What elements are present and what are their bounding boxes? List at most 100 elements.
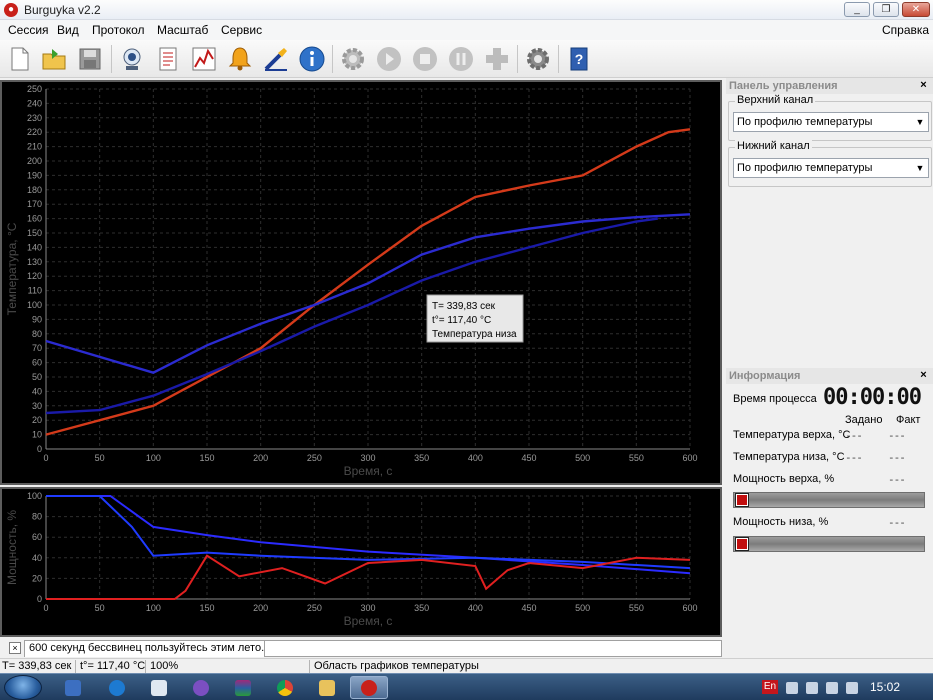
- column-set-header: Задано: [845, 414, 883, 426]
- file-tab[interactable]: 600 секунд бессвинец пользуйтесь этим ле…: [24, 640, 287, 657]
- chart-icon[interactable]: [188, 43, 220, 75]
- clock[interactable]: 15:02: [870, 680, 900, 694]
- help-book-icon[interactable]: ?: [563, 43, 595, 75]
- thermocouple-icon[interactable]: [260, 43, 292, 75]
- y-tick-label: 10: [32, 430, 42, 440]
- y-tick-label: 200: [27, 156, 42, 166]
- x-tick-label: 400: [468, 603, 483, 613]
- file-tab-close-button[interactable]: ×: [9, 642, 21, 654]
- temp-bottom-set-display: ---: [845, 451, 863, 464]
- power-top-bar: [733, 492, 925, 508]
- lower-channel-group: Нижний канал По профилю температуры ▼: [728, 140, 932, 187]
- lower-channel-select[interactable]: По профилю температуры ▼: [733, 158, 929, 178]
- y-tick-label: 150: [27, 228, 42, 238]
- info-panel-header: Информация ×: [726, 368, 933, 384]
- lower-channel-label: Нижний канал: [735, 140, 812, 152]
- save-icon[interactable]: [74, 43, 106, 75]
- start-button[interactable]: [4, 675, 42, 700]
- menu-scale[interactable]: Масштаб: [157, 23, 208, 37]
- menu-help[interactable]: Справка: [882, 23, 929, 37]
- save-icon[interactable]: [54, 676, 92, 699]
- y-tick-label: 40: [32, 386, 42, 396]
- winrar-icon[interactable]: [224, 676, 262, 699]
- viber-icon[interactable]: [182, 676, 220, 699]
- x-tick-label: 500: [575, 603, 590, 613]
- y-tick-label: 0: [37, 444, 42, 454]
- x-tick-label: 200: [253, 603, 268, 613]
- temp-top-label: Температура верха, °С: [733, 429, 851, 441]
- volume-icon[interactable]: [826, 682, 838, 694]
- new-file-icon[interactable]: [4, 43, 36, 75]
- minimize-button[interactable]: _: [844, 2, 870, 17]
- x-tick-label: 0: [43, 603, 48, 613]
- chevron-down-icon[interactable]: ▼: [912, 159, 928, 177]
- app-logo-icon[interactable]: ●: [4, 3, 18, 17]
- temperature-chart[interactable]: 0 50 100 150 200 250 300 350 400 450 500 550 600 0 10 2…: [0, 80, 722, 485]
- tray-app-icon[interactable]: [786, 682, 798, 694]
- open-folder-icon[interactable]: [38, 43, 70, 75]
- info-panel-close-button[interactable]: ×: [917, 369, 930, 382]
- upper-channel-select[interactable]: По профилю температуры ▼: [733, 112, 929, 132]
- y-tick-label: 20: [32, 415, 42, 425]
- power-chart[interactable]: 0 50 100 150 200 250 300 350 400 450 500 550 600 0 20 4…: [0, 487, 722, 637]
- app-window: ● Burguyka v2.2 _ ❐ ✕ Сессия Вид Протоко…: [0, 0, 933, 700]
- y-tick-label: 70: [32, 343, 42, 353]
- power-top-display: ---: [888, 473, 906, 486]
- status-temperature: t°= 117,40 °С: [80, 660, 146, 673]
- menu-service[interactable]: Сервис: [221, 23, 262, 37]
- control-panel-close-button[interactable]: ×: [917, 79, 930, 92]
- folder-icon[interactable]: [308, 676, 346, 699]
- file-icon[interactable]: [140, 676, 178, 699]
- power-bottom-label: Мощность низа, %: [733, 516, 829, 528]
- menu-session[interactable]: Сессия: [8, 23, 49, 37]
- camera-icon[interactable]: [116, 43, 148, 75]
- y-tick-label: 210: [27, 142, 42, 152]
- status-bar: T= 339,83 сек t°= 117,40 °С 100% Область…: [0, 658, 933, 673]
- info-icon[interactable]: [296, 43, 328, 75]
- report-icon[interactable]: [152, 43, 184, 75]
- tooltip-series: Температура низа: [432, 329, 517, 340]
- pause-icon[interactable]: [445, 43, 477, 75]
- toolbar-separator: [517, 45, 518, 73]
- y-tick-label: 50: [32, 372, 42, 382]
- stop-icon[interactable]: [409, 43, 441, 75]
- bell-icon[interactable]: [224, 43, 256, 75]
- menu-view[interactable]: Вид: [57, 23, 79, 37]
- x-tick-label: 150: [199, 603, 214, 613]
- title-bar: ● Burguyka v2.2 _ ❐ ✕: [0, 0, 933, 20]
- plus-icon[interactable]: [481, 43, 513, 75]
- chevron-down-icon[interactable]: ▼: [912, 113, 928, 131]
- column-actual-header: Факт: [896, 414, 921, 426]
- taskbar: En 15:02: [0, 673, 933, 700]
- y-tick-label: 80: [32, 512, 42, 522]
- status-zoom: 100%: [148, 660, 310, 673]
- upper-channel-group: Верхний канал По профилю температуры ▼: [728, 94, 932, 141]
- menu-protocol[interactable]: Протокол: [92, 23, 145, 37]
- restore-button[interactable]: ❐: [873, 2, 899, 17]
- burguyka-icon[interactable]: [350, 676, 388, 699]
- temperature-chart-svg: 0 50 100 150 200 250 300 350 400 450 500 550 600 0 10 2…: [5, 84, 698, 478]
- x-tick-label: 50: [95, 603, 105, 613]
- gear-disabled-icon[interactable]: [337, 43, 369, 75]
- settings-icon[interactable]: [522, 43, 554, 75]
- close-button[interactable]: ✕: [902, 2, 930, 17]
- y-tick-label: 160: [27, 214, 42, 224]
- y-tick-label: 20: [32, 573, 42, 583]
- play-icon[interactable]: [373, 43, 405, 75]
- status-time: T= 339,83 сек: [0, 660, 76, 673]
- language-indicator[interactable]: En: [762, 680, 778, 694]
- power-top-label: Мощность верха, %: [733, 473, 835, 485]
- upper-channel-label: Верхний канал: [735, 94, 816, 106]
- teamviewer-icon[interactable]: [98, 676, 136, 699]
- x-tick-label: 600: [682, 603, 697, 613]
- x-tick-label: 300: [360, 603, 375, 613]
- network-icon[interactable]: [806, 682, 818, 694]
- temp-bottom-label: Температура низа, °С: [733, 451, 845, 463]
- flag-icon[interactable]: [846, 682, 858, 694]
- y-tick-label: 100: [27, 491, 42, 501]
- tooltip-temperature: t°= 117,40 °С: [432, 315, 491, 326]
- y-tick-label: 90: [32, 314, 42, 324]
- x-tick-label: 200: [253, 453, 268, 463]
- power-top-indicator: [735, 493, 749, 507]
- chrome-icon[interactable]: [266, 676, 304, 699]
